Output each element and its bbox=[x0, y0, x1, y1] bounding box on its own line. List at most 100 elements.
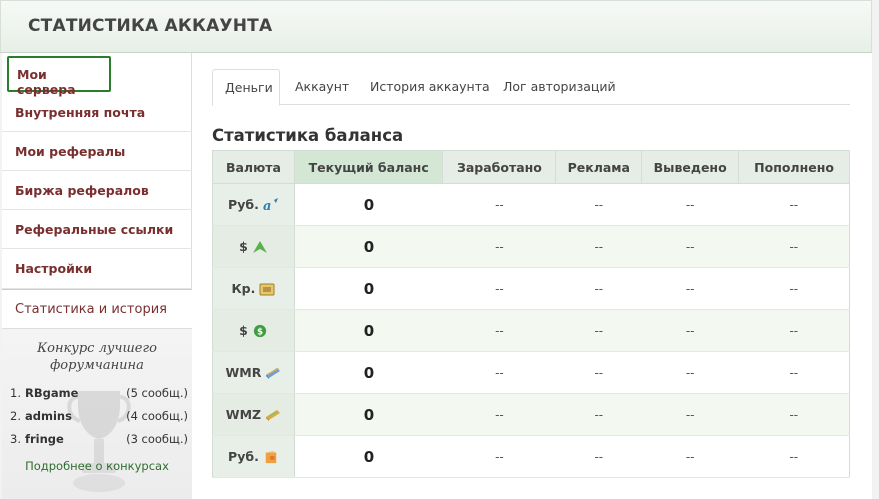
contest-user-link[interactable]: admins bbox=[25, 409, 72, 423]
yandex-money-icon bbox=[265, 451, 277, 464]
balance-value: 0 bbox=[294, 309, 443, 352]
currency-label: Кр. bbox=[231, 280, 256, 296]
table-row: Кр. 0 -- -- -- -- bbox=[212, 267, 850, 310]
withdrawn-value: -- bbox=[641, 309, 739, 352]
sidebar: Мои сервера Внутренняя почта Мои реферал… bbox=[2, 53, 192, 499]
contest-entry: 3. fringe (3 сообщ.) bbox=[10, 432, 188, 450]
table-row: WMR 0 -- -- -- -- bbox=[212, 351, 850, 394]
currency-cell: Руб. bbox=[212, 435, 295, 478]
ads-value: -- bbox=[555, 393, 642, 436]
earned-value: -- bbox=[442, 435, 556, 478]
advcash-icon: a bbox=[263, 198, 278, 212]
deposited-value: -- bbox=[738, 183, 850, 226]
ads-value: -- bbox=[555, 225, 642, 268]
currency-cell: $ bbox=[212, 225, 295, 268]
sidebar-item-referral-links[interactable]: Реферальные ссылки bbox=[2, 210, 192, 249]
payza-icon bbox=[252, 241, 267, 254]
contest-title-line: Конкурс лучшего bbox=[37, 341, 157, 356]
column-header-ads: Реклама bbox=[555, 150, 643, 184]
sidebar-item-my-servers[interactable]: Мои сервера bbox=[7, 56, 111, 97]
contest-entry: 2. admins (4 сообщ.) bbox=[10, 409, 188, 427]
dollar-coin-icon: $ bbox=[253, 325, 266, 338]
sidebar-item-label: Статистика и история bbox=[15, 302, 167, 317]
contest-entry: 1. RBgame (5 сообщ.) bbox=[10, 386, 188, 404]
credits-icon bbox=[259, 283, 275, 296]
balance-value: 0 bbox=[294, 183, 443, 226]
column-header-current-balance: Текущий баланс bbox=[293, 150, 444, 184]
balance-value: 0 bbox=[294, 393, 443, 436]
currency-cell: Кр. bbox=[212, 267, 295, 310]
contest-rank: 1. bbox=[10, 386, 21, 400]
contest-rank: 2. bbox=[10, 409, 21, 423]
withdrawn-value: -- bbox=[641, 225, 739, 268]
column-header-withdrawn: Выведено bbox=[641, 150, 740, 184]
webmoney-wmz-icon bbox=[266, 410, 281, 422]
tab-account[interactable]: Аккаунт bbox=[283, 69, 361, 105]
earned-value: -- bbox=[442, 351, 556, 394]
sidebar-item-my-referrals[interactable]: Мои рефералы bbox=[2, 132, 192, 171]
table-header-row: Валюта Текущий баланс Заработано Реклама… bbox=[212, 150, 850, 184]
column-header-deposited: Пополнено bbox=[738, 150, 850, 184]
main-content: Деньги Аккаунт История аккаунта Лог авто… bbox=[192, 53, 872, 499]
page-header: СТАТИСТИКА АККАУНТА bbox=[0, 0, 872, 53]
deposited-value: -- bbox=[738, 225, 850, 268]
earned-value: -- bbox=[442, 309, 556, 352]
withdrawn-value: -- bbox=[641, 393, 739, 436]
tab-auth-log[interactable]: Лог авторизаций bbox=[491, 69, 628, 105]
earned-value: -- bbox=[442, 393, 556, 436]
deposited-value: -- bbox=[738, 351, 850, 394]
balance-value: 0 bbox=[294, 351, 443, 394]
sidebar-item-label: Мои рефералы bbox=[15, 144, 126, 159]
contest-count: (3 сообщ.) bbox=[126, 432, 188, 446]
currency-cell: WMR bbox=[212, 351, 295, 394]
contest-count: (5 сообщ.) bbox=[126, 386, 188, 400]
deposited-value: -- bbox=[738, 309, 850, 352]
column-header-earned: Заработано bbox=[442, 150, 557, 184]
svg-text:a: a bbox=[263, 199, 271, 212]
withdrawn-value: -- bbox=[641, 435, 739, 478]
sidebar-item-label: Настройки bbox=[15, 261, 93, 276]
contest-details-link[interactable]: Подробнее о конкурсах bbox=[2, 459, 192, 473]
sidebar-item-internal-mail[interactable]: Внутренняя почта bbox=[2, 93, 192, 132]
withdrawn-value: -- bbox=[641, 267, 739, 310]
ads-value: -- bbox=[555, 435, 642, 478]
balance-value: 0 bbox=[294, 267, 443, 310]
contest-count: (4 сообщ.) bbox=[126, 409, 188, 423]
sidebar-item-statistics-history[interactable]: Статистика и история bbox=[2, 290, 192, 329]
sidebar-item-referral-exchange[interactable]: Биржа рефералов bbox=[2, 171, 192, 210]
table-row: Руб. a 0 -- -- -- -- bbox=[212, 183, 850, 226]
contest-user-link[interactable]: RBgame bbox=[25, 386, 78, 400]
sidebar-item-label: Биржа рефералов bbox=[15, 183, 149, 198]
withdrawn-value: -- bbox=[641, 351, 739, 394]
earned-value: -- bbox=[442, 183, 556, 226]
deposited-value: -- bbox=[738, 267, 850, 310]
currency-label: Руб. bbox=[228, 448, 259, 464]
earned-value: -- bbox=[442, 225, 556, 268]
tab-account-history[interactable]: История аккаунта bbox=[358, 69, 502, 105]
balance-stats-title: Статистика баланса bbox=[212, 126, 404, 145]
table-row: $ 0 -- -- -- -- bbox=[212, 225, 850, 268]
currency-label: $ bbox=[239, 322, 248, 338]
ads-value: -- bbox=[555, 267, 642, 310]
column-header-currency: Валюта bbox=[212, 150, 295, 184]
ads-value: -- bbox=[555, 309, 642, 352]
currency-cell: Руб. a bbox=[212, 183, 295, 226]
earned-value: -- bbox=[442, 267, 556, 310]
webmoney-wmr-icon bbox=[266, 368, 281, 380]
sidebar-item-settings[interactable]: Настройки bbox=[2, 249, 192, 289]
balance-table: Валюта Текущий баланс Заработано Реклама… bbox=[212, 150, 850, 478]
currency-cell: $ $ bbox=[212, 309, 295, 352]
table-row: WMZ 0 -- -- -- -- bbox=[212, 393, 850, 436]
contest-rank: 3. bbox=[10, 432, 21, 446]
sidebar-item-label: Реферальные ссылки bbox=[15, 222, 174, 237]
withdrawn-value: -- bbox=[641, 183, 739, 226]
balance-value: 0 bbox=[294, 225, 443, 268]
tab-money[interactable]: Деньги bbox=[212, 69, 280, 106]
forum-contest-panel: Конкурс лучшего форумчанина 1. RBgame (5… bbox=[2, 329, 192, 499]
contest-user-link[interactable]: fringe bbox=[25, 432, 64, 446]
page-title: СТАТИСТИКА АККАУНТА bbox=[28, 16, 273, 36]
ads-value: -- bbox=[555, 183, 642, 226]
currency-label: WMR bbox=[225, 364, 262, 380]
svg-text:$: $ bbox=[257, 328, 263, 338]
contest-title: Конкурс лучшего форумчанина bbox=[12, 340, 182, 374]
